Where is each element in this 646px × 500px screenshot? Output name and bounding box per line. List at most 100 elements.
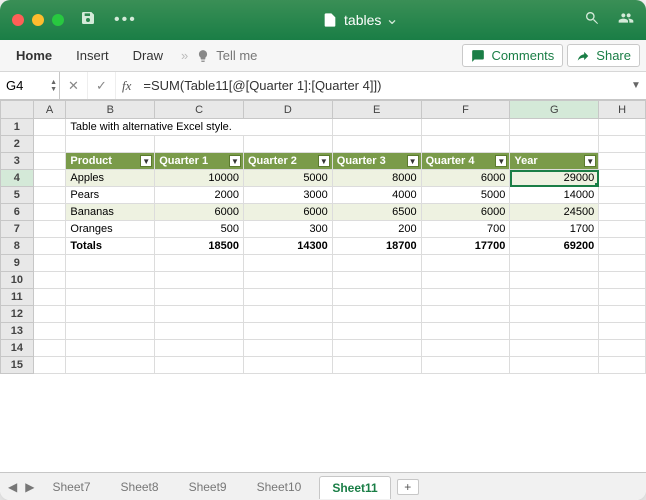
- row-header-3[interactable]: 3: [1, 153, 34, 170]
- titlebar: ••• tables ⌄: [0, 0, 646, 40]
- table-header-q2[interactable]: Quarter 2▼: [244, 153, 333, 170]
- col-header-D[interactable]: D: [244, 101, 333, 119]
- name-box[interactable]: G4 ▲▼: [0, 72, 60, 99]
- row-header-11[interactable]: 11: [1, 289, 34, 306]
- share-panel-icon[interactable]: [618, 10, 634, 31]
- col-header-E[interactable]: E: [332, 101, 421, 119]
- comments-button[interactable]: Comments: [462, 44, 563, 67]
- table-cell[interactable]: 4000: [332, 187, 421, 204]
- table-header-product[interactable]: Product▼: [66, 153, 155, 170]
- row-header-15[interactable]: 15: [1, 357, 34, 374]
- filter-dropdown-icon[interactable]: ▼: [318, 155, 330, 167]
- table-cell[interactable]: 10000: [155, 170, 244, 187]
- table-cell[interactable]: 6500: [332, 204, 421, 221]
- caption-cell[interactable]: Table with alternative Excel style.: [66, 119, 332, 136]
- row-header-10[interactable]: 10: [1, 272, 34, 289]
- search-icon[interactable]: [584, 10, 600, 31]
- col-header-B[interactable]: B: [66, 101, 155, 119]
- save-icon[interactable]: [80, 10, 96, 31]
- table-header-year[interactable]: Year▼: [510, 153, 599, 170]
- formula-bar-expand-icon[interactable]: ▼: [626, 72, 646, 99]
- tab-home[interactable]: Home: [6, 44, 62, 67]
- row-header-13[interactable]: 13: [1, 323, 34, 340]
- tab-insert[interactable]: Insert: [66, 44, 119, 67]
- table-cell[interactable]: 5000: [244, 170, 333, 187]
- table-header-q3[interactable]: Quarter 3▼: [332, 153, 421, 170]
- table-cell[interactable]: 3000: [244, 187, 333, 204]
- formula-input[interactable]: =SUM(Table11[@[Quarter 1]:[Quarter 4]]): [137, 72, 626, 99]
- table-cell[interactable]: 6000: [421, 204, 510, 221]
- row-header-5[interactable]: 5: [1, 187, 34, 204]
- cancel-formula-button[interactable]: ✕: [60, 72, 88, 99]
- table-cell[interactable]: 5000: [421, 187, 510, 204]
- table-cell[interactable]: Bananas: [66, 204, 155, 221]
- totals-cell[interactable]: 18700: [332, 238, 421, 255]
- filter-dropdown-icon[interactable]: ▼: [140, 155, 152, 167]
- sheet-nav-next-icon[interactable]: ▶: [25, 480, 34, 494]
- table-cell[interactable]: 1700: [510, 221, 599, 238]
- row-header-1[interactable]: 1: [1, 119, 34, 136]
- filter-dropdown-icon[interactable]: ▼: [407, 155, 419, 167]
- sheet-nav-prev-icon[interactable]: ◀: [8, 480, 17, 494]
- table-cell[interactable]: 2000: [155, 187, 244, 204]
- table-cell[interactable]: Apples: [66, 170, 155, 187]
- zoom-window-button[interactable]: [52, 14, 64, 26]
- selected-cell[interactable]: 29000: [510, 170, 599, 187]
- fx-label[interactable]: fx: [116, 72, 137, 99]
- accept-formula-button[interactable]: ✓: [88, 72, 116, 99]
- select-all-corner[interactable]: [1, 101, 34, 119]
- col-header-G[interactable]: G: [510, 101, 599, 119]
- row-header-12[interactable]: 12: [1, 306, 34, 323]
- share-button[interactable]: Share: [567, 44, 640, 67]
- sheet-tab[interactable]: Sheet9: [177, 476, 239, 498]
- table-cell[interactable]: Pears: [66, 187, 155, 204]
- col-header-C[interactable]: C: [155, 101, 244, 119]
- row-header-8[interactable]: 8: [1, 238, 34, 255]
- table-cell[interactable]: 500: [155, 221, 244, 238]
- sheet-tab[interactable]: Sheet10: [245, 476, 314, 498]
- sheet-tab[interactable]: Sheet7: [40, 476, 102, 498]
- fill-handle[interactable]: [595, 183, 599, 187]
- table-cell[interactable]: 6000: [155, 204, 244, 221]
- tell-me-search[interactable]: Tell me: [196, 48, 257, 63]
- close-window-button[interactable]: [12, 14, 24, 26]
- table-cell[interactable]: 6000: [421, 170, 510, 187]
- table-header-q4[interactable]: Quarter 4▼: [421, 153, 510, 170]
- filter-dropdown-icon[interactable]: ▼: [584, 155, 596, 167]
- sheet-tab-active[interactable]: Sheet11: [319, 476, 390, 499]
- col-header-F[interactable]: F: [421, 101, 510, 119]
- table-cell[interactable]: 24500: [510, 204, 599, 221]
- row-header-4[interactable]: 4: [1, 170, 34, 187]
- table-cell[interactable]: 700: [421, 221, 510, 238]
- table-header-q1[interactable]: Quarter 1▼: [155, 153, 244, 170]
- tab-draw[interactable]: Draw: [123, 44, 173, 67]
- table-cell[interactable]: 6000: [244, 204, 333, 221]
- table-cell[interactable]: 300: [244, 221, 333, 238]
- totals-label[interactable]: Totals: [66, 238, 155, 255]
- table-cell[interactable]: 200: [332, 221, 421, 238]
- col-header-H[interactable]: H: [599, 101, 646, 119]
- row-header-14[interactable]: 14: [1, 340, 34, 357]
- more-icon[interactable]: •••: [114, 11, 137, 29]
- row-header-6[interactable]: 6: [1, 204, 34, 221]
- totals-cell[interactable]: 18500: [155, 238, 244, 255]
- table-cell[interactable]: 14000: [510, 187, 599, 204]
- filter-dropdown-icon[interactable]: ▼: [495, 155, 507, 167]
- sheet-tab[interactable]: Sheet8: [109, 476, 171, 498]
- minimize-window-button[interactable]: [32, 14, 44, 26]
- chevron-down-icon[interactable]: ⌄: [385, 9, 398, 29]
- row-header-2[interactable]: 2: [1, 136, 34, 153]
- add-sheet-button[interactable]: +: [397, 479, 419, 495]
- totals-cell[interactable]: 69200: [510, 238, 599, 255]
- row-header-7[interactable]: 7: [1, 221, 34, 238]
- spreadsheet-grid[interactable]: A B C D E F G H 1 Table with alternative…: [0, 100, 646, 472]
- filter-dropdown-icon[interactable]: ▼: [229, 155, 241, 167]
- table-cell[interactable]: 8000: [332, 170, 421, 187]
- table-cell[interactable]: Oranges: [66, 221, 155, 238]
- name-box-stepper[interactable]: ▲▼: [50, 79, 57, 93]
- totals-cell[interactable]: 17700: [421, 238, 510, 255]
- row-header-9[interactable]: 9: [1, 255, 34, 272]
- col-header-A[interactable]: A: [33, 101, 66, 119]
- totals-cell[interactable]: 14300: [244, 238, 333, 255]
- ribbon-overflow-icon[interactable]: »: [177, 48, 192, 63]
